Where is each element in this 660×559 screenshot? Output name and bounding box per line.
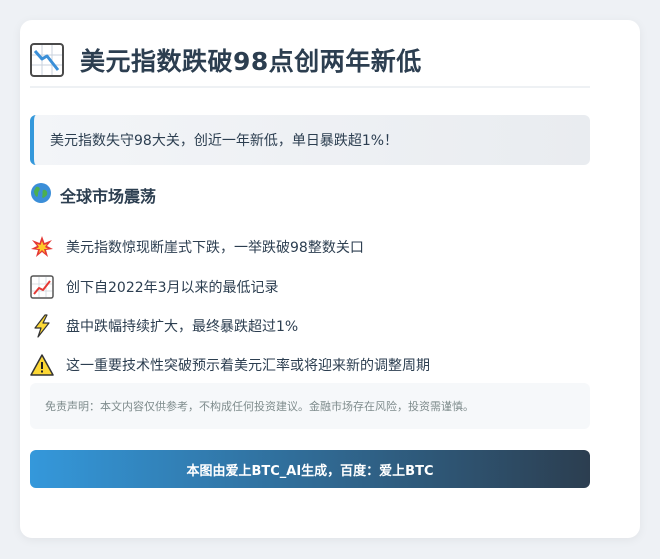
item-text: 盘中跌幅持续扩大，最终暴跌超过1% [66, 319, 299, 335]
warning-icon [30, 353, 54, 377]
chart-decreasing-icon [30, 43, 64, 77]
disclaimer-box: 免责声明：本文内容仅供参考，不构成任何投资建议。金融市场存在风险，投资需谨慎。 [30, 383, 590, 429]
section-title: 全球市场震荡 [60, 187, 157, 206]
list-item: 美元指数惊现断崖式下跌，一举跌破98整数关口 [30, 234, 590, 260]
footer-text: 本图由爱上BTC_AI生成，百度：爱上BTC [186, 463, 434, 479]
page-header: 美元指数跌破98点创两年新低 [30, 34, 590, 88]
section-header: 全球市场震荡 [30, 183, 156, 207]
list-item: 盘中跌幅持续扩大，最终暴跌超过1% [30, 313, 590, 339]
lightning-icon [30, 314, 54, 338]
globe-icon [30, 182, 52, 208]
item-text: 创下自2022年3月以来的最低记录 [66, 280, 279, 296]
footer-bar: 本图由爱上BTC_AI生成，百度：爱上BTC [30, 450, 590, 488]
list-item: 创下自2022年3月以来的最低记录 [30, 274, 590, 300]
headline-banner: 美元指数失守98大关，创近一年新低，单日暴跌超1%！ [30, 115, 590, 165]
list-item: 这一重要技术性突破预示着美元汇率或将迎来新的调整周期 [30, 352, 590, 378]
chart-increasing-icon [30, 275, 54, 299]
disclaimer-text: 免责声明：本文内容仅供参考，不构成任何投资建议。金融市场存在风险，投资需谨慎。 [45, 400, 474, 413]
banner-text: 美元指数失守98大关，创近一年新低，单日暴跌超1%！ [50, 133, 399, 149]
collision-icon [30, 235, 54, 259]
item-text: 美元指数惊现断崖式下跌，一举跌破98整数关口 [66, 240, 364, 256]
page-title: 美元指数跌破98点创两年新低 [80, 47, 422, 76]
item-text: 这一重要技术性突破预示着美元汇率或将迎来新的调整周期 [66, 358, 430, 374]
